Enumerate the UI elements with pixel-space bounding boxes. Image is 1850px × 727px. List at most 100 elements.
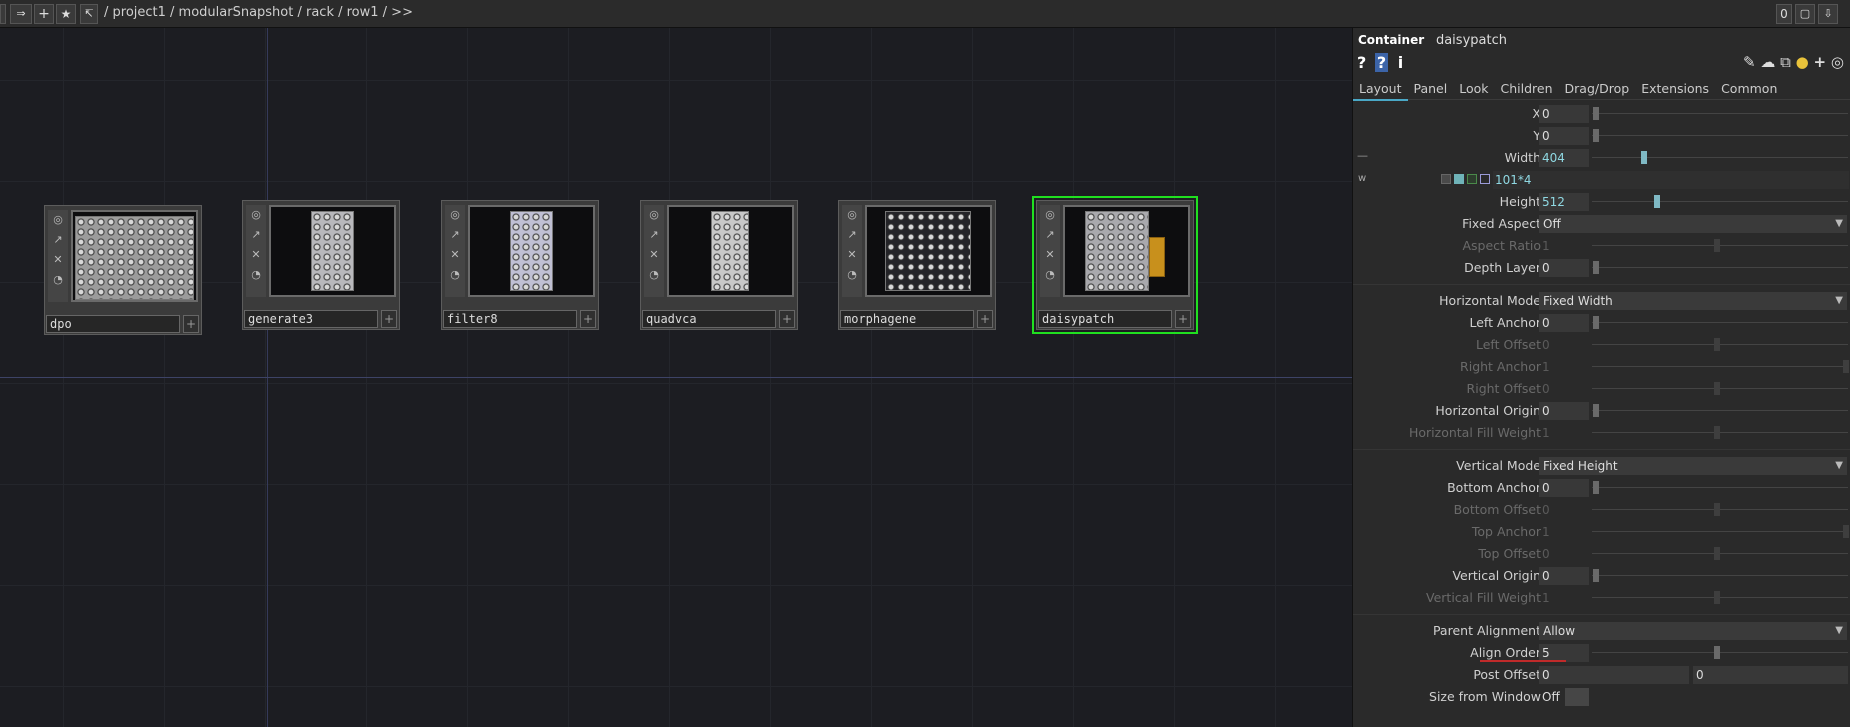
download-icon[interactable]: ⇩	[1818, 4, 1838, 24]
node-filter8[interactable]: ◎ ↗ ✕ ◔ filter8 +	[441, 200, 599, 330]
align-order-slider-track[interactable]	[1592, 652, 1848, 653]
viewer-icon[interactable]: ◎	[448, 207, 462, 223]
node-daisypatch[interactable]: ◎ ↗ ✕ ◔ daisypatch +	[1032, 196, 1198, 334]
bottom-anchor-slider-handle[interactable]	[1593, 481, 1599, 494]
flag-icon[interactable]: ↗	[448, 227, 462, 243]
fixed-aspect-menu[interactable]: Off ▼	[1539, 215, 1847, 233]
node-dpo[interactable]: ◎ ↗ ✕ ◔ dpo +	[44, 205, 202, 335]
bypass-icon[interactable]: ✕	[1043, 247, 1057, 263]
flag-icon[interactable]: ↗	[249, 227, 263, 243]
viewer-icon[interactable]: ◎	[647, 207, 661, 223]
viewer-icon[interactable]: ◎	[51, 212, 65, 228]
clone-icon[interactable]: ◔	[1043, 267, 1057, 283]
clone-icon[interactable]: ◔	[845, 267, 859, 283]
bottom-anchor-slider-track[interactable]	[1592, 487, 1848, 488]
python-help-icon[interactable]: ?	[1374, 53, 1389, 72]
star-icon[interactable]: ★	[56, 4, 76, 24]
node-name[interactable]: dpo	[46, 315, 180, 333]
mode-constant-icon[interactable]	[1441, 174, 1451, 184]
tab-look[interactable]: Look	[1453, 79, 1494, 99]
clone-icon[interactable]: ◔	[249, 267, 263, 283]
flag-icon[interactable]: ↗	[647, 227, 661, 243]
depth-layer-slider-handle[interactable]	[1593, 261, 1599, 274]
node-add-icon[interactable]: +	[381, 310, 397, 328]
size-from-window-toggle-label[interactable]: Off	[1539, 688, 1563, 706]
home-icon[interactable]: ↸	[80, 4, 98, 24]
x-slider-track[interactable]	[1592, 113, 1848, 114]
python-icon[interactable]: ●	[1796, 53, 1809, 71]
horizontal-mode-menu[interactable]: Fixed Width ▼	[1539, 292, 1847, 310]
node-morphagene[interactable]: ◎ ↗ ✕ ◔ morphagene +	[838, 200, 996, 330]
x-slider-handle[interactable]	[1593, 107, 1599, 120]
viewer-icon[interactable]: ◎	[845, 207, 859, 223]
back-button[interactable]	[0, 4, 6, 24]
flag-icon[interactable]: ↗	[1043, 227, 1057, 243]
size-from-window-toggle[interactable]	[1565, 688, 1589, 706]
clone-icon[interactable]: ◔	[647, 267, 661, 283]
vertical-mode-menu[interactable]: Fixed Height ▼	[1539, 457, 1847, 475]
mode-export-icon[interactable]	[1467, 174, 1477, 184]
node-add-icon[interactable]: +	[183, 315, 199, 333]
tab-extensions[interactable]: Extensions	[1635, 79, 1715, 99]
network-canvas[interactable]: ◎ ↗ ✕ ◔ dpo + ◎ ↗ ✕ ◔ generate3 + ◎ ↗ ✕ …	[0, 28, 1352, 727]
flag-icon[interactable]: ↗	[51, 232, 65, 248]
bypass-icon[interactable]: ✕	[448, 247, 462, 263]
node-add-icon[interactable]: +	[779, 310, 795, 328]
clone-icon[interactable]: ◔	[51, 272, 65, 288]
tab-common[interactable]: Common	[1715, 79, 1783, 99]
vertical-origin-field[interactable]: 0	[1539, 567, 1589, 585]
y-slider-track[interactable]	[1592, 135, 1848, 136]
tab-layout[interactable]: Layout	[1353, 79, 1408, 101]
post-offset-y-field[interactable]: 0	[1693, 666, 1848, 684]
node-name[interactable]: filter8	[443, 310, 577, 328]
node-name[interactable]: morphagene	[840, 310, 974, 328]
collapse-icon[interactable]: —	[1357, 149, 1368, 162]
align-order-slider-handle[interactable]	[1714, 646, 1720, 659]
x-field[interactable]: 0	[1539, 105, 1589, 123]
node-name[interactable]: generate3	[244, 310, 378, 328]
y-slider-handle[interactable]	[1593, 129, 1599, 142]
add-icon[interactable]: +	[1814, 53, 1827, 71]
height-slider-handle[interactable]	[1654, 195, 1660, 208]
maximize-icon[interactable]: ▢	[1795, 4, 1815, 24]
bypass-icon[interactable]: ✕	[647, 247, 661, 263]
op-name[interactable]: daisypatch	[1436, 33, 1507, 48]
horizontal-origin-slider-handle[interactable]	[1593, 404, 1599, 417]
bypass-icon[interactable]: ✕	[249, 247, 263, 263]
clone-icon[interactable]: ◔	[448, 267, 462, 283]
left-anchor-slider-track[interactable]	[1592, 322, 1848, 323]
node-add-icon[interactable]: +	[580, 310, 596, 328]
mode-expression-icon[interactable]	[1454, 174, 1464, 184]
height-field[interactable]: 512	[1539, 193, 1589, 211]
node-add-icon[interactable]: +	[1175, 310, 1191, 328]
horizontal-origin-slider-track[interactable]	[1592, 410, 1848, 411]
node-add-icon[interactable]: +	[977, 310, 993, 328]
node-generate3[interactable]: ◎ ↗ ✕ ◔ generate3 +	[242, 200, 400, 330]
width-slider-handle[interactable]	[1641, 151, 1647, 164]
tab-drag-drop[interactable]: Drag/Drop	[1559, 79, 1636, 99]
edit-icon[interactable]: ✎	[1743, 53, 1756, 71]
y-field[interactable]: 0	[1539, 127, 1589, 145]
bottom-anchor-field[interactable]: 0	[1539, 479, 1589, 497]
bypass-icon[interactable]: ✕	[845, 247, 859, 263]
post-offset-x-field[interactable]: 0	[1539, 666, 1689, 684]
horizontal-origin-field[interactable]: 0	[1539, 402, 1589, 420]
target-icon[interactable]: ◎	[1831, 53, 1844, 71]
vertical-origin-slider-handle[interactable]	[1593, 569, 1599, 582]
depth-layer-field[interactable]: 0	[1539, 259, 1589, 277]
vertical-origin-slider-track[interactable]	[1592, 575, 1848, 576]
width-field[interactable]: 404	[1539, 149, 1589, 167]
node-name[interactable]: quadvca	[642, 310, 776, 328]
breadcrumb[interactable]: / project1 / modularSnapshot / rack / ro…	[104, 5, 413, 20]
tab-panel[interactable]: Panel	[1408, 79, 1454, 99]
parent-alignment-menu[interactable]: Allow ▼	[1539, 622, 1847, 640]
viewer-icon[interactable]: ◎	[1043, 207, 1057, 223]
comment-icon[interactable]: ☁	[1760, 53, 1775, 71]
left-anchor-slider-handle[interactable]	[1593, 316, 1599, 329]
info-icon[interactable]: i	[1398, 53, 1403, 72]
depth-layer-slider-track[interactable]	[1592, 267, 1848, 268]
copy-icon[interactable]: ⧉	[1780, 53, 1791, 71]
height-slider-track[interactable]	[1592, 201, 1848, 202]
mode-bind-icon[interactable]	[1480, 174, 1490, 184]
node-name[interactable]: daisypatch	[1038, 310, 1172, 328]
